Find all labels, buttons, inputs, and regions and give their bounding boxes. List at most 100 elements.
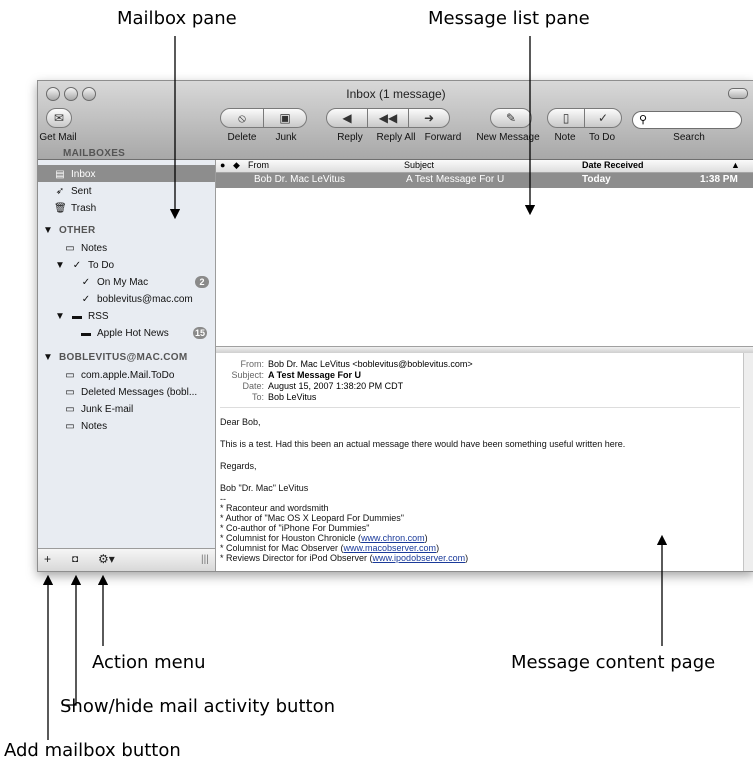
header-date-value: August 15, 2007 1:38:20 PM CDT [268, 381, 404, 391]
mailboxes-heading: MAILBOXES [63, 148, 126, 159]
signature-line: * Raconteur and wordsmith [220, 503, 329, 513]
disclosure-triangle-icon[interactable]: ▼ [42, 225, 54, 236]
action-menu-button[interactable]: ⚙▾ [98, 552, 115, 566]
mailbox-pane: MAILBOXES ▤ Inbox ➶ Sent 🗑 Trash ▼ OTHER ▭ No… [38, 148, 216, 571]
regards: Regards, [220, 461, 257, 471]
disclosure-triangle-icon[interactable]: ▼ [54, 260, 66, 271]
toolbar: Inbox (1 message) ✉ Get Mail ⦸ ▣ Delete … [38, 81, 753, 160]
header-subject: Subject: A Test Message For U [216, 370, 361, 380]
get-mail-button[interactable]: ✉ [46, 108, 72, 128]
sidebar-item-acct-deleted[interactable]: ▭ Deleted Messages (bobl... [64, 384, 197, 400]
account-heading: BOBLEVITUS@MAC.COM [59, 351, 188, 363]
rss-feed-icon: ▬ [81, 327, 91, 339]
search-label: Search [673, 132, 705, 143]
sent-icon: ➶ [55, 185, 65, 197]
disclosure-triangle-icon[interactable]: ▼ [42, 352, 54, 363]
note-button[interactable]: ▯ [547, 108, 585, 128]
sig-text: * Columnist for Mac Observer ( [220, 543, 344, 553]
header-to-label: To: [251, 392, 264, 402]
table-row[interactable]: Bob Dr. Mac LeVitus A Test Message For U… [216, 173, 753, 188]
sidebar-item-label: On My Mac [97, 276, 149, 288]
sort-arrow-icon: ▲ [731, 160, 740, 170]
new-message-label: New Message [476, 132, 540, 143]
sidebar-item-rss[interactable]: ▼ ▬ RSS [54, 308, 109, 324]
signature-line: * Author of "Mac OS X Leopard For Dummie… [220, 513, 404, 523]
message-content-pane: From: Bob Dr. Mac LeVitus <boblevitus@bob… [216, 353, 753, 571]
callout-show-hide-activity: Show/hide mail activity button [60, 696, 335, 717]
header-date-label: Date: [242, 381, 264, 391]
sidebar-item-label: Deleted Messages (bobl... [81, 386, 198, 398]
sig-text: * Columnist for Houston Chronicle ( [220, 533, 362, 543]
sidebar-item-label: Junk E-mail [81, 403, 134, 415]
header-to-value[interactable]: Bob LeVitus [268, 392, 316, 402]
mail-window: Inbox (1 message) ✉ Get Mail ⦸ ▣ Delete … [37, 80, 753, 572]
notes-icon: ▭ [65, 242, 75, 254]
show-hide-activity-button[interactable]: ◘ [72, 554, 78, 565]
row-subject: A Test Message For U [406, 174, 505, 185]
sidebar-section-other[interactable]: ▼ OTHER [42, 222, 96, 238]
greeting: Dear Bob, [220, 417, 261, 427]
sidebar-section-account[interactable]: ▼ BOBLEVITUS@MAC.COM [42, 349, 187, 365]
sidebar-item-label: Sent [71, 185, 92, 197]
ipodobserver-link[interactable]: www.ipodobserver.com [373, 553, 466, 563]
other-heading: OTHER [59, 224, 96, 236]
header-to: To: Bob LeVitus [216, 392, 316, 402]
header-from-label: From: [240, 359, 265, 369]
sidebar-item-to-do[interactable]: ▼ ✓ To Do [54, 257, 114, 273]
search-icon: ⚲ [639, 114, 648, 126]
header-from-value[interactable]: Bob Dr. Mac LeVitus <boblevitus@boblevit… [268, 359, 473, 369]
sidebar-item-label: To Do [88, 259, 115, 271]
reply-arrow-icon: ◀ [342, 111, 352, 125]
reply-button[interactable]: ◀ [326, 108, 368, 128]
callout-add-mailbox: Add mailbox button [4, 740, 181, 761]
sidebar-item-boblevitus-mac[interactable]: ✓ boblevitus@mac.com [80, 291, 193, 307]
unread-column-icon[interactable]: ● [220, 160, 225, 170]
folder-icon: ▭ [65, 386, 75, 398]
sig-text: ) [465, 553, 469, 563]
sidebar-item-notes[interactable]: ▭ Notes [64, 240, 107, 256]
disclosure-triangle-icon[interactable]: ▼ [54, 311, 66, 322]
sig-text: ) [424, 533, 428, 543]
sidebar-item-label: RSS [88, 310, 109, 322]
callout-message-list-pane: Message list pane [428, 8, 590, 29]
sidebar-item-label: Inbox [71, 168, 96, 180]
to-do-button[interactable]: ✓ [584, 108, 622, 128]
arrow-show-hide-activity [62, 574, 82, 706]
content-scrollbar[interactable] [743, 353, 753, 571]
sidebar-item-trash[interactable]: 🗑 Trash [54, 200, 96, 216]
checkmark-icon: ✓ [597, 111, 609, 125]
sidebar-item-apple-hot-news[interactable]: ▬ Apple Hot News [80, 325, 169, 341]
junk-label: Junk [275, 132, 297, 143]
row-from: Bob Dr. Mac LeVitus [254, 174, 345, 185]
reply-all-label: Reply All [376, 132, 416, 143]
add-mailbox-button[interactable]: + [44, 552, 51, 566]
flag-column-icon[interactable]: ◆ [233, 160, 240, 171]
header-subject-label: Subject: [231, 370, 264, 380]
header-date: Date: August 15, 2007 1:38:20 PM CDT [216, 381, 403, 391]
callout-message-content-page: Message content page [511, 652, 716, 673]
sidebar-item-label: com.apple.Mail.ToDo [81, 369, 175, 381]
sidebar-item-sent[interactable]: ➶ Sent [54, 183, 92, 199]
column-header-from[interactable]: From [248, 160, 269, 170]
header-separator [220, 407, 740, 408]
signature-line: * Co-author of "iPhone For Dummies" [220, 523, 370, 533]
delete-button[interactable]: ⦸ [220, 108, 264, 128]
chron-link[interactable]: www.chron.com [361, 533, 425, 543]
resize-handle-icon[interactable]: ||| [201, 554, 209, 565]
sidebar-item-on-my-mac[interactable]: ✓ On My Mac [80, 274, 148, 290]
unread-count-badge: 2 [195, 276, 209, 288]
new-message-button[interactable]: ✎ [490, 108, 532, 128]
column-header-date[interactable]: Date Received [582, 160, 644, 170]
sidebar-item-acct-todo[interactable]: ▭ com.apple.Mail.ToDo [64, 367, 174, 383]
macobserver-link[interactable]: www.macobserver.com [344, 543, 437, 553]
search-input[interactable]: ⚲ [632, 111, 742, 129]
reply-all-button[interactable]: ◀◀ [367, 108, 409, 128]
trash-icon: 🗑 [54, 202, 67, 214]
junk-button[interactable]: ▣ [263, 108, 307, 128]
forward-button[interactable]: ➜ [408, 108, 450, 128]
sidebar-item-acct-notes[interactable]: ▭ Notes [64, 418, 107, 434]
sidebar-item-inbox[interactable]: ▤ Inbox [54, 166, 95, 182]
message-list-pane: ● ◆ From Subject Date Received ▲ Bob Dr.… [216, 160, 753, 346]
sidebar-item-acct-junk[interactable]: ▭ Junk E-mail [64, 401, 133, 417]
column-header-subject[interactable]: Subject [404, 160, 434, 170]
